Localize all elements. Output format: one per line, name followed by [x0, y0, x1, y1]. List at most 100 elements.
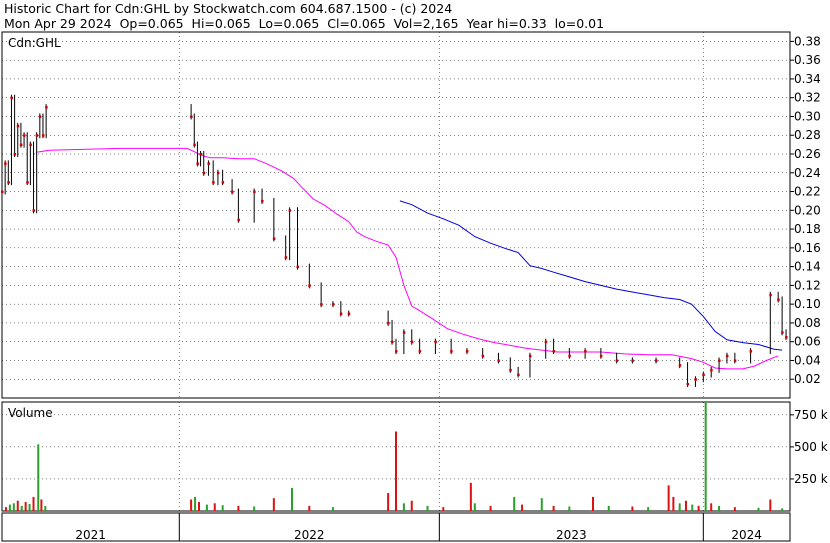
price-tick-label: 0.16	[794, 241, 821, 255]
volume-bar	[237, 505, 240, 511]
close-marker	[308, 284, 311, 287]
volume-bar	[672, 496, 675, 511]
close-marker	[253, 190, 256, 194]
close-marker	[391, 340, 394, 344]
close-marker	[725, 354, 729, 358]
close-marker	[552, 350, 556, 353]
close-marker	[694, 378, 697, 381]
close-marker	[749, 350, 753, 353]
close-marker	[781, 331, 784, 334]
volume-bar	[513, 496, 516, 511]
close-marker	[777, 298, 780, 301]
year-label: 2021	[75, 528, 106, 542]
close-marker	[38, 115, 42, 118]
close-marker	[7, 181, 10, 184]
volume-bar	[198, 502, 200, 511]
close-marker	[568, 354, 571, 358]
price-tick-label: 0.34	[794, 72, 821, 86]
volume-bar	[540, 498, 543, 511]
volume-bar	[272, 498, 275, 511]
volume-bar	[194, 496, 197, 511]
price-tick-label: 0.12	[794, 278, 821, 292]
volume-bar	[37, 444, 40, 511]
price-tick-label: 0.18	[794, 222, 821, 236]
close-marker	[26, 181, 29, 184]
volume-bar	[697, 505, 700, 511]
volume-bar	[12, 503, 15, 511]
close-marker	[35, 134, 39, 137]
close-marker	[702, 373, 705, 377]
close-marker	[190, 115, 193, 118]
close-marker	[544, 340, 548, 344]
volume-bar	[4, 507, 7, 511]
close-marker	[718, 359, 721, 362]
volume-bar	[607, 505, 610, 511]
volume-bar	[290, 487, 293, 511]
close-marker	[387, 321, 390, 325]
close-marker	[769, 293, 772, 297]
volume-bar	[16, 500, 19, 511]
volume-tick-label: 750 k	[794, 408, 828, 422]
volume-bar	[8, 504, 11, 511]
volume-bar	[44, 505, 47, 511]
close-marker	[212, 181, 215, 184]
volume-bar	[684, 500, 687, 511]
price-tick-label: 0.28	[794, 128, 821, 142]
close-marker	[631, 359, 634, 362]
price-tick-label: 0.26	[794, 147, 821, 161]
close-marker	[193, 143, 196, 147]
volume-panel-title: Volume	[8, 406, 53, 420]
close-marker	[23, 134, 26, 137]
close-marker	[272, 237, 276, 240]
price-tick-label: 0.20	[794, 203, 821, 217]
volume-bar	[32, 496, 35, 511]
volume-bar	[426, 505, 429, 511]
close-marker	[347, 312, 351, 316]
close-marker	[434, 340, 437, 344]
volume-bar	[402, 503, 405, 511]
volume-bar	[20, 505, 23, 511]
close-marker	[284, 256, 288, 259]
volume-bar	[395, 431, 397, 511]
close-marker	[509, 368, 512, 372]
close-marker	[16, 124, 20, 128]
close-marker	[32, 209, 36, 212]
close-marker	[45, 106, 48, 109]
volume-bar	[647, 507, 650, 511]
volume-tick-label: 250 k	[794, 472, 828, 486]
close-marker	[199, 153, 203, 156]
close-marker	[678, 364, 682, 367]
close-marker	[655, 359, 658, 362]
volume-bar	[592, 496, 594, 511]
close-marker	[584, 350, 587, 353]
close-marker	[202, 171, 206, 175]
close-marker	[19, 143, 23, 147]
price-tick-label: 0.32	[794, 91, 821, 105]
volume-bar	[473, 503, 476, 511]
close-marker	[261, 199, 264, 203]
volume-bar	[190, 499, 193, 511]
volume-bar	[733, 507, 736, 511]
stock-chart: 0.38 0.36 0.34 0.32 0.30 0.28 0.26 0.24 0.22 0.20…	[1, 31, 828, 542]
close-marker	[465, 350, 469, 353]
close-marker	[296, 265, 299, 269]
close-marker	[331, 303, 335, 306]
close-marker	[4, 162, 7, 165]
volume-bar	[781, 508, 784, 511]
year-label: 2023	[556, 528, 587, 542]
volume-bar	[28, 503, 31, 511]
volume-bar	[442, 507, 445, 511]
volume-bar	[631, 506, 634, 511]
volume-bar	[667, 485, 670, 511]
close-marker	[207, 162, 210, 165]
volume-bar	[331, 507, 334, 511]
close-marker	[231, 190, 234, 194]
price-panel-title: Cdn:GHL	[8, 36, 61, 50]
close-marker	[785, 336, 788, 339]
close-marker	[481, 354, 485, 358]
volume-bar	[489, 505, 492, 511]
price-tick-label: 0.24	[794, 166, 821, 180]
close-marker	[402, 331, 406, 334]
volume-bar	[718, 505, 721, 511]
volume-bar	[469, 482, 472, 511]
